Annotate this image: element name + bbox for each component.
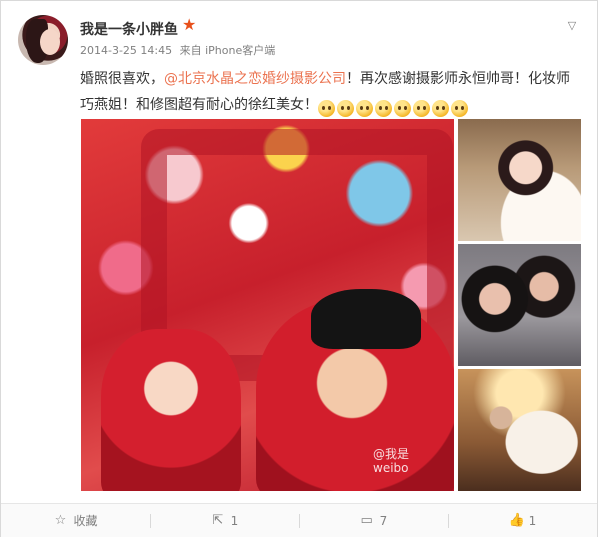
- emoji-icon: [451, 99, 468, 117]
- like-button[interactable]: 👍 1: [448, 504, 597, 537]
- post-source[interactable]: 来自 iPhone客户端: [180, 44, 276, 57]
- username[interactable]: 我是一条小胖鱼: [80, 19, 178, 39]
- emoji-icon: [413, 99, 430, 117]
- emoji-icon: [432, 99, 449, 117]
- chevron-down-icon[interactable]: ▽: [565, 19, 579, 32]
- photo-main[interactable]: [81, 119, 454, 491]
- photo-thumb-3[interactable]: [458, 369, 581, 491]
- mention-link[interactable]: @北京水晶之恋婚纱摄影公司: [164, 71, 346, 87]
- emoji-icon: [318, 99, 335, 117]
- photo-hat: [311, 289, 421, 349]
- comment-icon: ▭: [360, 512, 373, 528]
- weibo-post-card: 我是一条小胖鱼 ★ 2014-3-25 14:45 来自 iPhone客户端 ▽…: [0, 0, 598, 537]
- avatar-face: [40, 29, 60, 55]
- emoji-icon: [375, 99, 392, 117]
- photo-watermark: @我是 weibo: [373, 447, 410, 475]
- star-icon: ★: [182, 15, 197, 34]
- post-timestamp[interactable]: 2014-3-25 14:45: [80, 44, 172, 57]
- emoji-icon: [394, 99, 411, 117]
- photo-bride: [101, 329, 241, 491]
- photo-thumb-1[interactable]: [458, 119, 581, 241]
- action-bar: ☆ 收藏 ⇱ 1 ▭ 7 👍 1: [1, 503, 597, 537]
- emoji-icon: [337, 99, 354, 117]
- star-outline-icon: ☆: [54, 512, 67, 528]
- avatar[interactable]: [18, 15, 68, 65]
- emoji-icon: [356, 99, 373, 117]
- post-text: 婚照很喜欢，@北京水晶之恋婚纱摄影公司！再次感谢摄影师永恒帅哥！化妆师巧燕姐！和…: [80, 66, 580, 121]
- favorite-label: 收藏: [73, 514, 98, 528]
- comment-count: 7: [379, 513, 388, 528]
- repost-count: 1: [230, 513, 239, 528]
- emoji-group: [318, 95, 470, 121]
- post-meta: 2014-3-25 14:45 来自 iPhone客户端: [80, 42, 275, 58]
- thumbs-up-icon: 👍: [508, 512, 525, 528]
- repost-button[interactable]: ⇱ 1: [150, 504, 299, 537]
- comment-button[interactable]: ▭ 7: [299, 504, 448, 537]
- repost-icon: ⇱: [212, 512, 224, 528]
- post-text-part: 婚照很喜欢，: [80, 71, 164, 87]
- like-count: 1: [528, 513, 537, 528]
- photo-thumb-2[interactable]: [458, 244, 581, 366]
- favorite-button[interactable]: ☆ 收藏: [1, 504, 150, 537]
